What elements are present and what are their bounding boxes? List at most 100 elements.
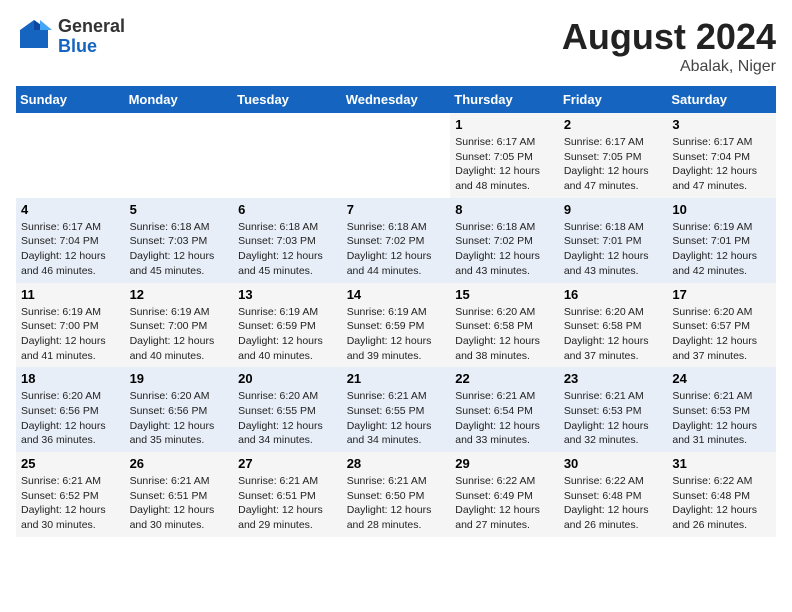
day-number: 27 (238, 456, 337, 471)
table-cell: 17 Sunrise: 6:20 AM Sunset: 6:57 PM Dayli… (667, 283, 776, 368)
table-cell: 1 Sunrise: 6:17 AM Sunset: 7:05 PM Daylig… (450, 113, 559, 198)
logo-icon (16, 16, 52, 52)
day-number: 23 (564, 371, 663, 386)
day-info: Sunrise: 6:21 AM Sunset: 6:54 PM Dayligh… (455, 389, 554, 448)
day-info: Sunrise: 6:17 AM Sunset: 7:04 PM Dayligh… (672, 135, 771, 194)
logo-blue-text: Blue (58, 36, 97, 56)
title-block: August 2024 Abalak, Niger (562, 16, 776, 76)
calendar-week-5: 25 Sunrise: 6:21 AM Sunset: 6:52 PM Dayli… (16, 452, 776, 537)
day-info: Sunrise: 6:18 AM Sunset: 7:03 PM Dayligh… (238, 220, 337, 279)
table-cell: 5 Sunrise: 6:18 AM Sunset: 7:03 PM Daylig… (125, 198, 234, 283)
day-info: Sunrise: 6:19 AM Sunset: 7:00 PM Dayligh… (21, 305, 120, 364)
day-info: Sunrise: 6:18 AM Sunset: 7:03 PM Dayligh… (130, 220, 229, 279)
table-cell: 27 Sunrise: 6:21 AM Sunset: 6:51 PM Dayli… (233, 452, 342, 537)
day-info: Sunrise: 6:18 AM Sunset: 7:02 PM Dayligh… (455, 220, 554, 279)
table-cell: 20 Sunrise: 6:20 AM Sunset: 6:55 PM Dayli… (233, 367, 342, 452)
day-number: 21 (347, 371, 446, 386)
table-cell: 16 Sunrise: 6:20 AM Sunset: 6:58 PM Dayli… (559, 283, 668, 368)
day-number: 20 (238, 371, 337, 386)
day-info: Sunrise: 6:20 AM Sunset: 6:56 PM Dayligh… (130, 389, 229, 448)
table-cell: 31 Sunrise: 6:22 AM Sunset: 6:48 PM Dayli… (667, 452, 776, 537)
day-info: Sunrise: 6:17 AM Sunset: 7:04 PM Dayligh… (21, 220, 120, 279)
table-cell (125, 113, 234, 198)
day-info: Sunrise: 6:17 AM Sunset: 7:05 PM Dayligh… (564, 135, 663, 194)
table-cell: 2 Sunrise: 6:17 AM Sunset: 7:05 PM Daylig… (559, 113, 668, 198)
day-number: 24 (672, 371, 771, 386)
day-number: 29 (455, 456, 554, 471)
location-subtitle: Abalak, Niger (562, 58, 776, 76)
table-cell: 12 Sunrise: 6:19 AM Sunset: 7:00 PM Dayli… (125, 283, 234, 368)
day-info: Sunrise: 6:22 AM Sunset: 6:48 PM Dayligh… (672, 474, 771, 533)
day-info: Sunrise: 6:19 AM Sunset: 7:01 PM Dayligh… (672, 220, 771, 279)
day-number: 15 (455, 287, 554, 302)
day-info: Sunrise: 6:22 AM Sunset: 6:48 PM Dayligh… (564, 474, 663, 533)
day-info: Sunrise: 6:17 AM Sunset: 7:05 PM Dayligh… (455, 135, 554, 194)
table-cell: 23 Sunrise: 6:21 AM Sunset: 6:53 PM Dayli… (559, 367, 668, 452)
day-number: 11 (21, 287, 120, 302)
day-info: Sunrise: 6:21 AM Sunset: 6:53 PM Dayligh… (564, 389, 663, 448)
day-number: 1 (455, 117, 554, 132)
day-info: Sunrise: 6:19 AM Sunset: 6:59 PM Dayligh… (347, 305, 446, 364)
day-number: 6 (238, 202, 337, 217)
day-info: Sunrise: 6:21 AM Sunset: 6:51 PM Dayligh… (238, 474, 337, 533)
month-year-title: August 2024 (562, 16, 776, 58)
day-number: 10 (672, 202, 771, 217)
header-thursday: Thursday (450, 86, 559, 113)
table-cell: 4 Sunrise: 6:17 AM Sunset: 7:04 PM Daylig… (16, 198, 125, 283)
day-number: 13 (238, 287, 337, 302)
table-cell: 29 Sunrise: 6:22 AM Sunset: 6:49 PM Dayli… (450, 452, 559, 537)
logo: General Blue (16, 16, 125, 57)
day-info: Sunrise: 6:21 AM Sunset: 6:55 PM Dayligh… (347, 389, 446, 448)
header-monday: Monday (125, 86, 234, 113)
day-info: Sunrise: 6:20 AM Sunset: 6:55 PM Dayligh… (238, 389, 337, 448)
table-cell: 18 Sunrise: 6:20 AM Sunset: 6:56 PM Dayli… (16, 367, 125, 452)
day-number: 7 (347, 202, 446, 217)
table-cell: 19 Sunrise: 6:20 AM Sunset: 6:56 PM Dayli… (125, 367, 234, 452)
day-number: 3 (672, 117, 771, 132)
table-cell: 26 Sunrise: 6:21 AM Sunset: 6:51 PM Dayli… (125, 452, 234, 537)
header-friday: Friday (559, 86, 668, 113)
day-info: Sunrise: 6:20 AM Sunset: 6:56 PM Dayligh… (21, 389, 120, 448)
calendar-week-3: 11 Sunrise: 6:19 AM Sunset: 7:00 PM Dayli… (16, 283, 776, 368)
table-cell: 11 Sunrise: 6:19 AM Sunset: 7:00 PM Dayli… (16, 283, 125, 368)
table-cell (233, 113, 342, 198)
day-number: 19 (130, 371, 229, 386)
day-number: 5 (130, 202, 229, 217)
calendar-week-4: 18 Sunrise: 6:20 AM Sunset: 6:56 PM Dayli… (16, 367, 776, 452)
calendar-table: Sunday Monday Tuesday Wednesday Thursday… (16, 86, 776, 537)
day-info: Sunrise: 6:22 AM Sunset: 6:49 PM Dayligh… (455, 474, 554, 533)
day-info: Sunrise: 6:19 AM Sunset: 7:00 PM Dayligh… (130, 305, 229, 364)
header-sunday: Sunday (16, 86, 125, 113)
day-number: 14 (347, 287, 446, 302)
day-info: Sunrise: 6:20 AM Sunset: 6:57 PM Dayligh… (672, 305, 771, 364)
day-number: 4 (21, 202, 120, 217)
day-number: 2 (564, 117, 663, 132)
day-number: 31 (672, 456, 771, 471)
header-wednesday: Wednesday (342, 86, 451, 113)
table-cell: 8 Sunrise: 6:18 AM Sunset: 7:02 PM Daylig… (450, 198, 559, 283)
table-cell: 28Sunrise: 6:21 AM Sunset: 6:50 PM Dayli… (342, 452, 451, 537)
table-cell (16, 113, 125, 198)
table-cell: 6 Sunrise: 6:18 AM Sunset: 7:03 PM Daylig… (233, 198, 342, 283)
table-cell: 14 Sunrise: 6:19 AM Sunset: 6:59 PM Dayli… (342, 283, 451, 368)
day-info: Sunrise: 6:18 AM Sunset: 7:02 PM Dayligh… (347, 220, 446, 279)
table-cell (342, 113, 451, 198)
table-cell: 30 Sunrise: 6:22 AM Sunset: 6:48 PM Dayli… (559, 452, 668, 537)
day-number: 17 (672, 287, 771, 302)
table-cell: 13Sunrise: 6:19 AM Sunset: 6:59 PM Dayli… (233, 283, 342, 368)
day-info: Sunrise: 6:21 AM Sunset: 6:51 PM Dayligh… (130, 474, 229, 533)
header-saturday: Saturday (667, 86, 776, 113)
day-number: 28 (347, 456, 446, 471)
calendar-week-1: 1 Sunrise: 6:17 AM Sunset: 7:05 PM Daylig… (16, 113, 776, 198)
day-number: 26 (130, 456, 229, 471)
day-number: 16 (564, 287, 663, 302)
table-cell: 15 Sunrise: 6:20 AM Sunset: 6:58 PM Dayli… (450, 283, 559, 368)
day-number: 8 (455, 202, 554, 217)
day-info: Sunrise: 6:21 AM Sunset: 6:52 PM Dayligh… (21, 474, 120, 533)
day-number: 30 (564, 456, 663, 471)
day-number: 12 (130, 287, 229, 302)
day-number: 18 (21, 371, 120, 386)
day-number: 25 (21, 456, 120, 471)
day-info: Sunrise: 6:20 AM Sunset: 6:58 PM Dayligh… (564, 305, 663, 364)
day-info: Sunrise: 6:20 AM Sunset: 6:58 PM Dayligh… (455, 305, 554, 364)
